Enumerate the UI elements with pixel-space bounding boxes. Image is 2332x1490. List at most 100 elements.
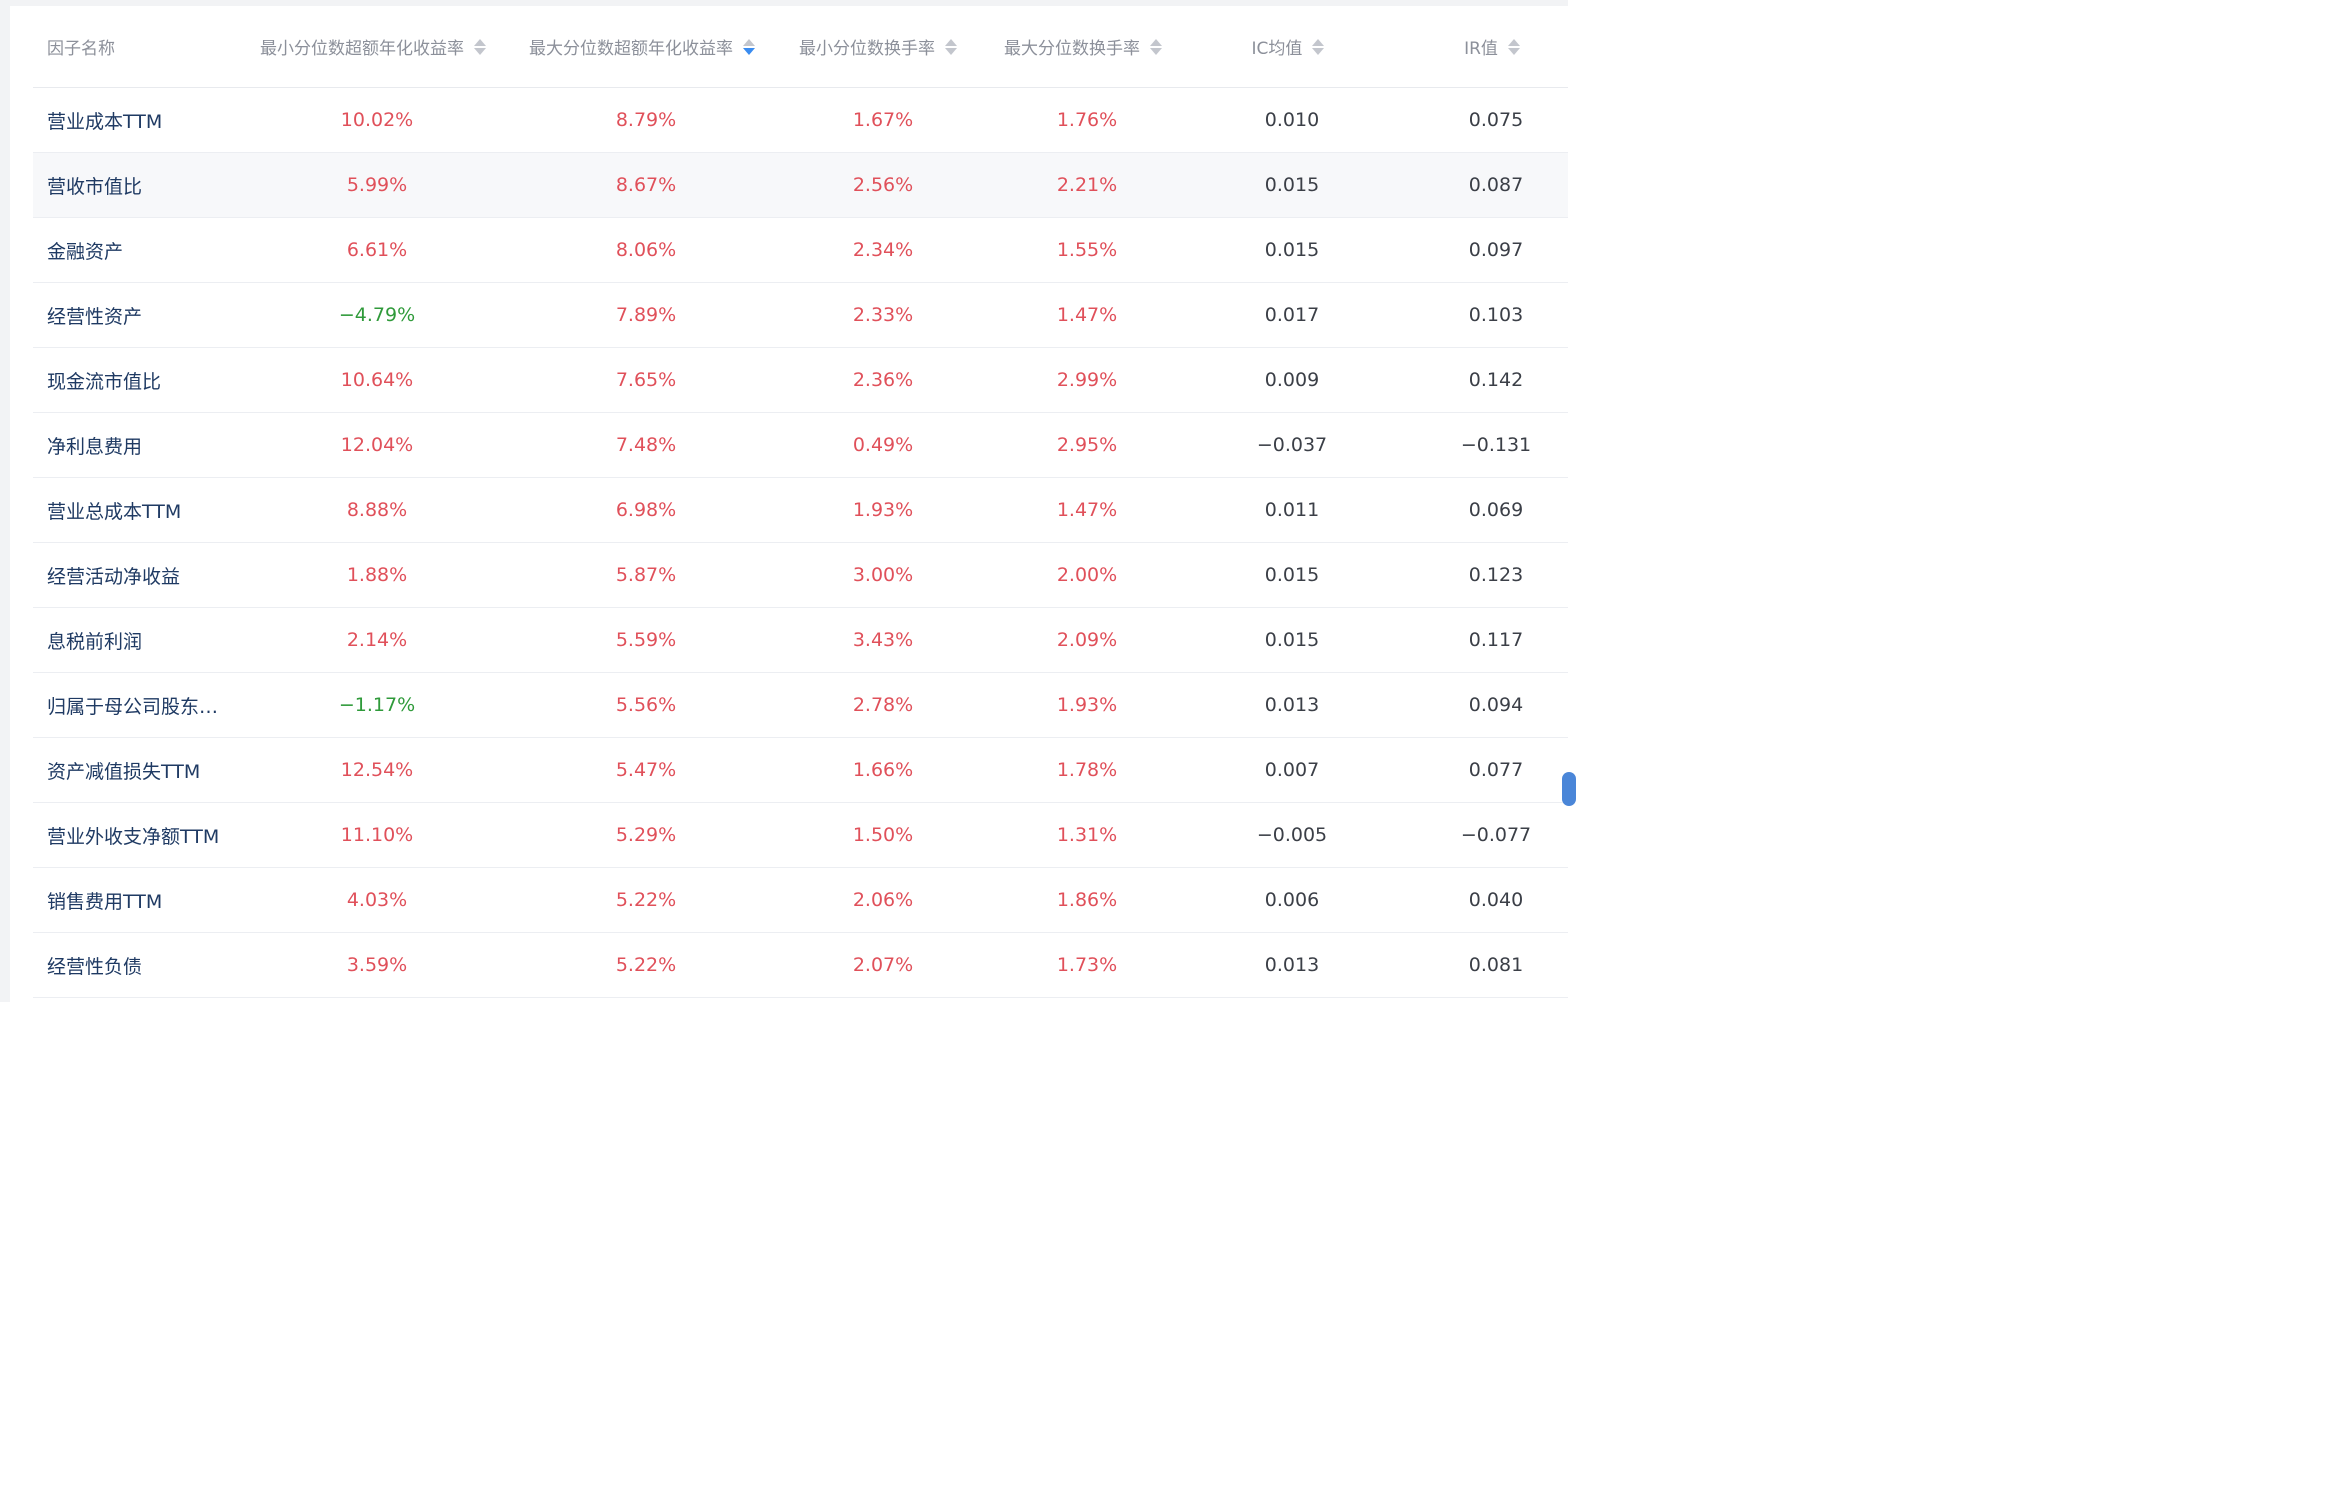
min-turnover-cell: 0.49% xyxy=(852,434,914,456)
min-excess-cell: 2.14% xyxy=(346,629,408,651)
min-excess-cell: 10.02% xyxy=(340,109,414,131)
ir-cell: 0.142 xyxy=(1468,369,1524,391)
table-row[interactable]: 息税前利润 2.14% 5.59% 3.43% 2.09% 0.015 0.117 xyxy=(33,608,1568,673)
factor-name-cell[interactable]: 销售费用TTM xyxy=(47,868,247,932)
factor-name-cell[interactable]: 净利息费用 xyxy=(47,413,247,477)
ic-mean-cell: 0.013 xyxy=(1264,954,1320,976)
factor-name-cell[interactable]: 资产减值损失TTM xyxy=(47,738,247,802)
table-row[interactable]: 营业总成本TTM 8.88% 6.98% 1.93% 1.47% 0.011 0.069 xyxy=(33,478,1568,543)
column-header-label: 最小分位数超额年化收益率 xyxy=(260,39,464,59)
column-header-label: 最大分位数超额年化收益率 xyxy=(529,39,733,59)
column-header-max-excess[interactable]: 最大分位数超额年化收益率 xyxy=(507,6,777,87)
min-turnover-cell: 1.66% xyxy=(852,759,914,781)
ic-mean-cell: −0.005 xyxy=(1256,824,1328,846)
table-row[interactable]: 经营性资产 −4.79% 7.89% 2.33% 1.47% 0.017 0.103 xyxy=(33,283,1568,348)
factor-name-cell[interactable]: 营业成本TTM xyxy=(47,88,247,152)
min-turnover-cell: 2.06% xyxy=(852,889,914,911)
max-turnover-cell: 1.47% xyxy=(1056,499,1118,521)
ir-cell: 0.075 xyxy=(1468,109,1524,131)
max-turnover-cell: 1.78% xyxy=(1056,759,1118,781)
table-row[interactable]: 营业成本TTM 10.02% 8.79% 1.67% 1.76% 0.010 0.075 xyxy=(33,88,1568,153)
factor-name-cell[interactable]: 经营活动净收益 xyxy=(47,543,247,607)
sort-caret-icon[interactable] xyxy=(1312,38,1325,56)
min-turnover-cell: 2.56% xyxy=(852,174,914,196)
min-turnover-cell: 2.36% xyxy=(852,369,914,391)
ic-mean-cell: 0.017 xyxy=(1264,304,1320,326)
factor-name-cell[interactable]: 营业总成本TTM xyxy=(47,478,247,542)
max-turnover-cell: 1.31% xyxy=(1056,824,1118,846)
column-header-label: 因子名称 xyxy=(47,39,115,59)
column-header-min-excess[interactable]: 最小分位数超额年化收益率 xyxy=(238,6,508,87)
factor-table: 因子名称 最小分位数超额年化收益率 最大分位数超额年化收益率 最小分位数换手率 最大分位… xyxy=(33,6,1568,998)
factor-name-cell[interactable]: 经营性负债 xyxy=(47,933,247,997)
factor-name-cell[interactable]: 现金流市值比 xyxy=(47,348,247,412)
floating-scroll-handle[interactable] xyxy=(1562,772,1576,806)
table-row[interactable]: 营业外收支净额TTM 11.10% 5.29% 1.50% 1.31% −0.005 −0.… xyxy=(33,803,1568,868)
max-turnover-cell: 1.55% xyxy=(1056,239,1118,261)
max-turnover-cell: 2.21% xyxy=(1056,174,1118,196)
column-header-ir[interactable]: IR值 xyxy=(1357,6,1627,87)
max-turnover-cell: 1.73% xyxy=(1056,954,1118,976)
factor-name-cell[interactable]: 经营性资产 xyxy=(47,283,247,347)
max-excess-cell: 8.67% xyxy=(615,174,677,196)
ic-mean-cell: −0.037 xyxy=(1256,434,1328,456)
column-header-label: IR值 xyxy=(1464,39,1498,59)
max-excess-cell: 5.47% xyxy=(615,759,677,781)
max-excess-cell: 5.87% xyxy=(615,564,677,586)
max-turnover-cell: 1.86% xyxy=(1056,889,1118,911)
table-row[interactable]: 资产减值损失TTM 12.54% 5.47% 1.66% 1.78% 0.007 0.077 xyxy=(33,738,1568,803)
factor-name-cell[interactable]: 金融资产 xyxy=(47,218,247,282)
min-excess-cell: 11.10% xyxy=(340,824,414,846)
ir-cell: −0.131 xyxy=(1460,434,1532,456)
ir-cell: 0.069 xyxy=(1468,499,1524,521)
table-header: 因子名称 最小分位数超额年化收益率 最大分位数超额年化收益率 最小分位数换手率 最大分位… xyxy=(33,6,1568,88)
min-turnover-cell: 1.50% xyxy=(852,824,914,846)
table-row[interactable]: 现金流市值比 10.64% 7.65% 2.36% 2.99% 0.009 0.142 xyxy=(33,348,1568,413)
min-turnover-cell: 1.67% xyxy=(852,109,914,131)
table-row[interactable]: 净利息费用 12.04% 7.48% 0.49% 2.95% −0.037 −0.131 xyxy=(33,413,1568,478)
factor-name-cell[interactable]: 营业外收支净额TTM xyxy=(47,803,247,867)
max-turnover-cell: 1.76% xyxy=(1056,109,1118,131)
left-gutter xyxy=(0,0,10,1002)
min-excess-cell: 3.59% xyxy=(346,954,408,976)
min-excess-cell: 4.03% xyxy=(346,889,408,911)
table-row[interactable]: 经营性负债 3.59% 5.22% 2.07% 1.73% 0.013 0.081 xyxy=(33,933,1568,998)
max-excess-cell: 7.48% xyxy=(615,434,677,456)
ic-mean-cell: 0.007 xyxy=(1264,759,1320,781)
ir-cell: 0.081 xyxy=(1468,954,1524,976)
ic-mean-cell: 0.006 xyxy=(1264,889,1320,911)
max-turnover-cell: 2.00% xyxy=(1056,564,1118,586)
table-row[interactable]: 归属于母公司股东… −1.17% 5.56% 2.78% 1.93% 0.013 0.094 xyxy=(33,673,1568,738)
sort-caret-icon[interactable] xyxy=(1507,38,1520,56)
max-turnover-cell: 2.09% xyxy=(1056,629,1118,651)
table-row[interactable]: 销售费用TTM 4.03% 5.22% 2.06% 1.86% 0.006 0.040 xyxy=(33,868,1568,933)
ir-cell: 0.123 xyxy=(1468,564,1524,586)
ic-mean-cell: 0.015 xyxy=(1264,629,1320,651)
min-excess-cell: 5.99% xyxy=(346,174,408,196)
min-excess-cell: 10.64% xyxy=(340,369,414,391)
min-turnover-cell: 2.34% xyxy=(852,239,914,261)
sort-caret-icon[interactable] xyxy=(474,38,486,56)
min-excess-cell: 1.88% xyxy=(346,564,408,586)
ic-mean-cell: 0.011 xyxy=(1264,499,1320,521)
table-row[interactable]: 营收市值比 5.99% 8.67% 2.56% 2.21% 0.015 0.087 xyxy=(33,153,1568,218)
ic-mean-cell: 0.010 xyxy=(1264,109,1320,131)
factor-name-cell[interactable]: 归属于母公司股东… xyxy=(47,673,247,737)
factor-name-cell[interactable]: 息税前利润 xyxy=(47,608,247,672)
ic-mean-cell: 0.009 xyxy=(1264,369,1320,391)
factor-table-page: 因子名称 最小分位数超额年化收益率 最大分位数超额年化收益率 最小分位数换手率 最大分位… xyxy=(0,0,1576,1002)
min-excess-cell: 6.61% xyxy=(346,239,408,261)
max-excess-cell: 6.98% xyxy=(615,499,677,521)
table-row[interactable]: 经营活动净收益 1.88% 5.87% 3.00% 2.00% 0.015 0.123 xyxy=(33,543,1568,608)
max-excess-cell: 5.56% xyxy=(615,694,677,716)
ic-mean-cell: 0.015 xyxy=(1264,239,1320,261)
max-excess-cell: 7.89% xyxy=(615,304,677,326)
factor-name-cell[interactable]: 营收市值比 xyxy=(47,153,247,217)
table-row[interactable]: 金融资产 6.61% 8.06% 2.34% 1.55% 0.015 0.097 xyxy=(33,218,1568,283)
column-header-label: 最大分位数换手率 xyxy=(1004,39,1140,59)
max-excess-cell: 8.06% xyxy=(615,239,677,261)
ir-cell: 0.094 xyxy=(1468,694,1524,716)
max-excess-cell: 7.65% xyxy=(615,369,677,391)
min-turnover-cell: 2.78% xyxy=(852,694,914,716)
min-turnover-cell: 1.93% xyxy=(852,499,914,521)
